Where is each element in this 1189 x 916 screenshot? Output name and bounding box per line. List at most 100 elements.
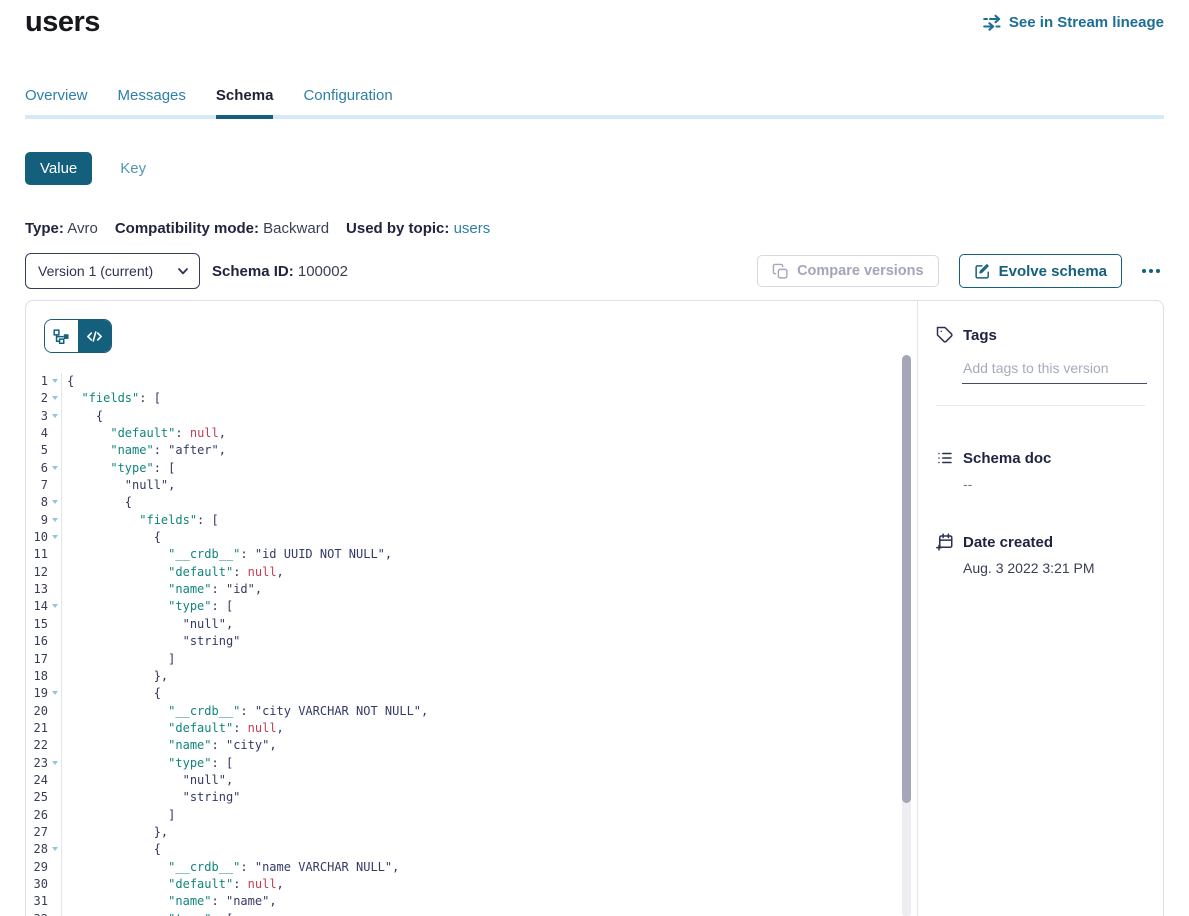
line-number: 1: [26, 373, 48, 390]
key-toggle-button[interactable]: Key: [120, 160, 146, 177]
ellipsis-icon: [1142, 269, 1146, 273]
fold-gutter: [48, 598, 61, 615]
fold-gutter: [48, 824, 61, 841]
line-number: 25: [26, 789, 48, 806]
editor-scrollbar-track[interactable]: [902, 355, 911, 916]
fold-gutter: [48, 425, 61, 442]
schema-type: Type: Avro: [25, 220, 98, 237]
code-line: 7 "null",: [26, 477, 917, 494]
calendar-plus-icon: [936, 533, 954, 551]
code-line: 17 ]: [26, 651, 917, 668]
code-text: "__crdb__": "name VARCHAR NULL",: [61, 859, 399, 876]
tag-icon: [936, 326, 954, 344]
code-text: "__crdb__": "city VARCHAR NOT NULL",: [61, 703, 428, 720]
fold-toggle-icon[interactable]: [52, 691, 58, 695]
fold-gutter: [48, 859, 61, 876]
code-view-button[interactable]: [78, 320, 111, 352]
schema-sidebar: Tags Schema doc --: [917, 301, 1163, 916]
line-number: 17: [26, 651, 48, 668]
fold-toggle-icon[interactable]: [52, 518, 58, 522]
line-number: 19: [26, 685, 48, 702]
fold-gutter: [48, 737, 61, 754]
version-select[interactable]: Version 1 (current): [25, 253, 200, 289]
add-tags-input[interactable]: [962, 360, 1147, 384]
code-line: 23 "type": [: [26, 755, 917, 772]
fold-gutter: [48, 408, 61, 425]
code-text: },: [61, 668, 168, 685]
fold-gutter: [48, 616, 61, 633]
fold-gutter: [48, 685, 61, 702]
date-created-value: Aug. 3 2022 3:21 PM: [963, 560, 1151, 576]
fold-gutter: [48, 789, 61, 806]
more-options-button[interactable]: [1138, 263, 1164, 279]
code-text: "null",: [61, 616, 233, 633]
page-title: users: [25, 6, 100, 39]
line-number: 5: [26, 442, 48, 459]
fold-toggle-icon[interactable]: [52, 847, 58, 851]
code-line: 26 ]: [26, 807, 917, 824]
fold-toggle-icon[interactable]: [52, 761, 58, 765]
fold-toggle-icon[interactable]: [52, 414, 58, 418]
value-toggle-button[interactable]: Value: [25, 152, 92, 185]
fold-gutter: [48, 841, 61, 858]
code-text: "string": [61, 789, 240, 806]
schema-panel: 1{2 "fields": [3 {4 "default": null,5 "n…: [25, 300, 1164, 916]
line-number: 30: [26, 876, 48, 893]
schema-doc-section: Schema doc --: [936, 449, 1151, 492]
tab-configuration[interactable]: Configuration: [303, 87, 392, 115]
bullet-list-icon: [936, 449, 954, 467]
line-number: 26: [26, 807, 48, 824]
fold-toggle-icon[interactable]: [52, 379, 58, 383]
line-number: 28: [26, 841, 48, 858]
code-text: "name": "city",: [61, 737, 277, 754]
schema-editor: 1{2 "fields": [3 {4 "default": null,5 "n…: [26, 301, 917, 916]
code-line: 2 "fields": [: [26, 390, 917, 407]
fold-gutter: [48, 546, 61, 563]
fold-toggle-icon[interactable]: [52, 604, 58, 608]
code-text: "null",: [61, 772, 233, 789]
code-lines: 1{2 "fields": [3 {4 "default": null,5 "n…: [26, 373, 917, 916]
code-line: 8 {: [26, 494, 917, 511]
compare-versions-button[interactable]: Compare versions: [757, 255, 939, 287]
tab-overview[interactable]: Overview: [25, 87, 88, 115]
tab-schema[interactable]: Schema: [216, 87, 274, 119]
see-in-stream-lineage-link[interactable]: See in Stream lineage: [983, 14, 1164, 31]
fold-toggle-icon[interactable]: [52, 535, 58, 539]
code-line: 13 "name": "id",: [26, 581, 917, 598]
code-line: 11 "__crdb__": "id UUID NOT NULL",: [26, 546, 917, 563]
code-line: 29 "__crdb__": "name VARCHAR NULL",: [26, 859, 917, 876]
code-line: 16 "string": [26, 633, 917, 650]
line-number: 31: [26, 893, 48, 910]
code-line: 5 "name": "after",: [26, 442, 917, 459]
fold-gutter: [48, 893, 61, 910]
line-number: 14: [26, 598, 48, 615]
fold-toggle-icon[interactable]: [52, 396, 58, 400]
fold-toggle-icon[interactable]: [52, 466, 58, 470]
schema-doc-value: --: [963, 476, 1151, 492]
code-text: "default": null,: [61, 425, 226, 442]
line-number: 29: [26, 859, 48, 876]
code-line: 28 {: [26, 841, 917, 858]
line-number: 23: [26, 755, 48, 772]
editor-scrollbar-thumb[interactable]: [902, 355, 911, 803]
tab-messages[interactable]: Messages: [118, 87, 186, 115]
fold-gutter: [48, 633, 61, 650]
fold-toggle-icon[interactable]: [52, 500, 58, 504]
tree-view-button[interactable]: [45, 320, 78, 352]
line-number: 16: [26, 633, 48, 650]
code-text: ]: [61, 807, 175, 824]
hierarchy-tree-icon: [53, 329, 70, 344]
code-text: "string": [61, 633, 240, 650]
copy-versions-icon: [772, 263, 789, 280]
line-number: 20: [26, 703, 48, 720]
code-line: 32 "type": [: [26, 911, 917, 916]
evolve-schema-button[interactable]: Evolve schema: [959, 254, 1122, 288]
code-line: 21 "default": null,: [26, 720, 917, 737]
sidebar-divider: [936, 405, 1145, 406]
fold-gutter: [48, 460, 61, 477]
used-by-topic: Used by topic: users: [346, 220, 490, 237]
code-text: "default": null,: [61, 720, 284, 737]
topic-link[interactable]: users: [454, 220, 491, 237]
fold-gutter: [48, 373, 61, 390]
version-select-wrap: Version 1 (current): [25, 253, 200, 289]
